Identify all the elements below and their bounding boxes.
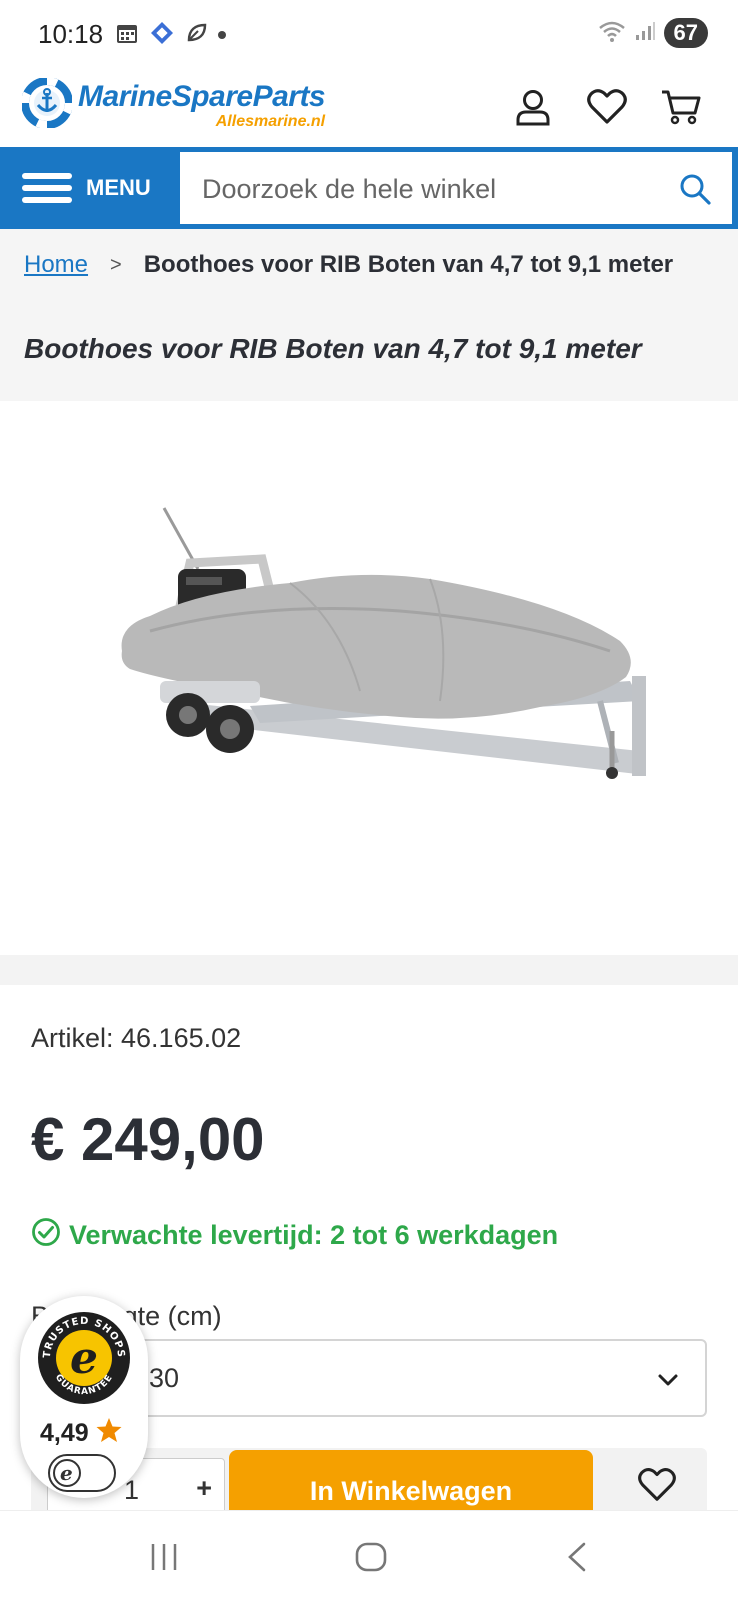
- rating-value: 4,49: [40, 1419, 89, 1447]
- search-box: [178, 150, 734, 226]
- logo-main-text: MarineSpareParts: [78, 79, 326, 113]
- delivery-status: Verwachte levertijd: 2 tot 6 werkdagen: [31, 1217, 558, 1254]
- trusted-shops-badge[interactable]: e TRUSTED SHOPS GUARANTEE 4,49 e: [20, 1296, 148, 1498]
- recent-apps-icon[interactable]: [148, 1541, 180, 1578]
- wishlist-icon[interactable]: [586, 86, 628, 128]
- site-logo[interactable]: MarineSpareParts Allesmarine.nl: [21, 77, 326, 133]
- status-time: 10:18: [38, 19, 104, 49]
- hamburger-icon: [22, 167, 72, 209]
- dot-icon: [217, 27, 227, 45]
- logo-sub-text: Allesmarine.nl: [215, 112, 326, 130]
- cart-icon[interactable]: [660, 86, 702, 128]
- article-number: Artikel: 46.165.02: [31, 1023, 242, 1053]
- check-circle-icon: [31, 1217, 69, 1254]
- select-value: 30: [149, 1363, 180, 1393]
- site-header: MarineSpareParts Allesmarine.nl: [0, 66, 738, 146]
- quantity-plus-button[interactable]: +: [196, 1473, 212, 1504]
- menu-label: MENU: [86, 175, 151, 200]
- breadcrumb-home-link[interactable]: Home: [24, 251, 88, 279]
- breadcrumb-section: Home > Boothoes voor RIB Boten van 4,7 t…: [0, 229, 738, 401]
- system-navigation-bar: [0, 1510, 738, 1601]
- puzzle-icon: [149, 20, 175, 51]
- breadcrumb-separator: >: [110, 253, 122, 276]
- search-input[interactable]: [200, 152, 644, 226]
- signal-icon: [634, 20, 656, 47]
- status-system-icons: 67: [598, 18, 708, 48]
- menu-search-bar: MENU: [0, 147, 738, 229]
- breadcrumb-current: Boothoes voor RIB Boten van 4,7 tot 9,1 …: [143, 251, 674, 278]
- account-icon[interactable]: [512, 86, 554, 128]
- delivery-text: Verwachte levertijd: 2 tot 6 werkdagen: [69, 1220, 559, 1250]
- chevron-down-icon: [655, 1367, 681, 1398]
- product-price: € 249,00: [31, 1106, 265, 1173]
- section-divider: [0, 955, 738, 985]
- anchor-life-ring-icon: [21, 77, 73, 133]
- wifi-icon: [598, 19, 626, 48]
- toggle-letter: e: [60, 1461, 73, 1485]
- seal-letter: e: [70, 1333, 98, 1384]
- add-to-wishlist-icon[interactable]: [637, 1466, 677, 1509]
- product-image[interactable]: [0, 401, 738, 955]
- trusted-shops-toggle[interactable]: e: [48, 1454, 116, 1492]
- page-title: Boothoes voor RIB Boten van 4,7 tot 9,1 …: [24, 333, 642, 364]
- calendar-icon: [115, 21, 139, 50]
- search-icon[interactable]: [678, 172, 712, 211]
- menu-button[interactable]: MENU: [0, 147, 176, 229]
- leaf-icon: [185, 22, 207, 49]
- star-icon: [95, 1416, 123, 1451]
- status-bar: 10:18 67: [0, 0, 738, 66]
- battery-indicator: 67: [663, 18, 708, 48]
- status-notification-icons: [115, 20, 227, 51]
- home-icon[interactable]: [354, 1541, 388, 1578]
- trusted-shops-rating: 4,49: [40, 1416, 123, 1451]
- back-icon[interactable]: [564, 1541, 590, 1578]
- breadcrumb: Home > Boothoes voor RIB Boten van 4,7 t…: [24, 251, 673, 279]
- trusted-shops-seal-icon: e TRUSTED SHOPS GUARANTEE: [36, 1310, 132, 1411]
